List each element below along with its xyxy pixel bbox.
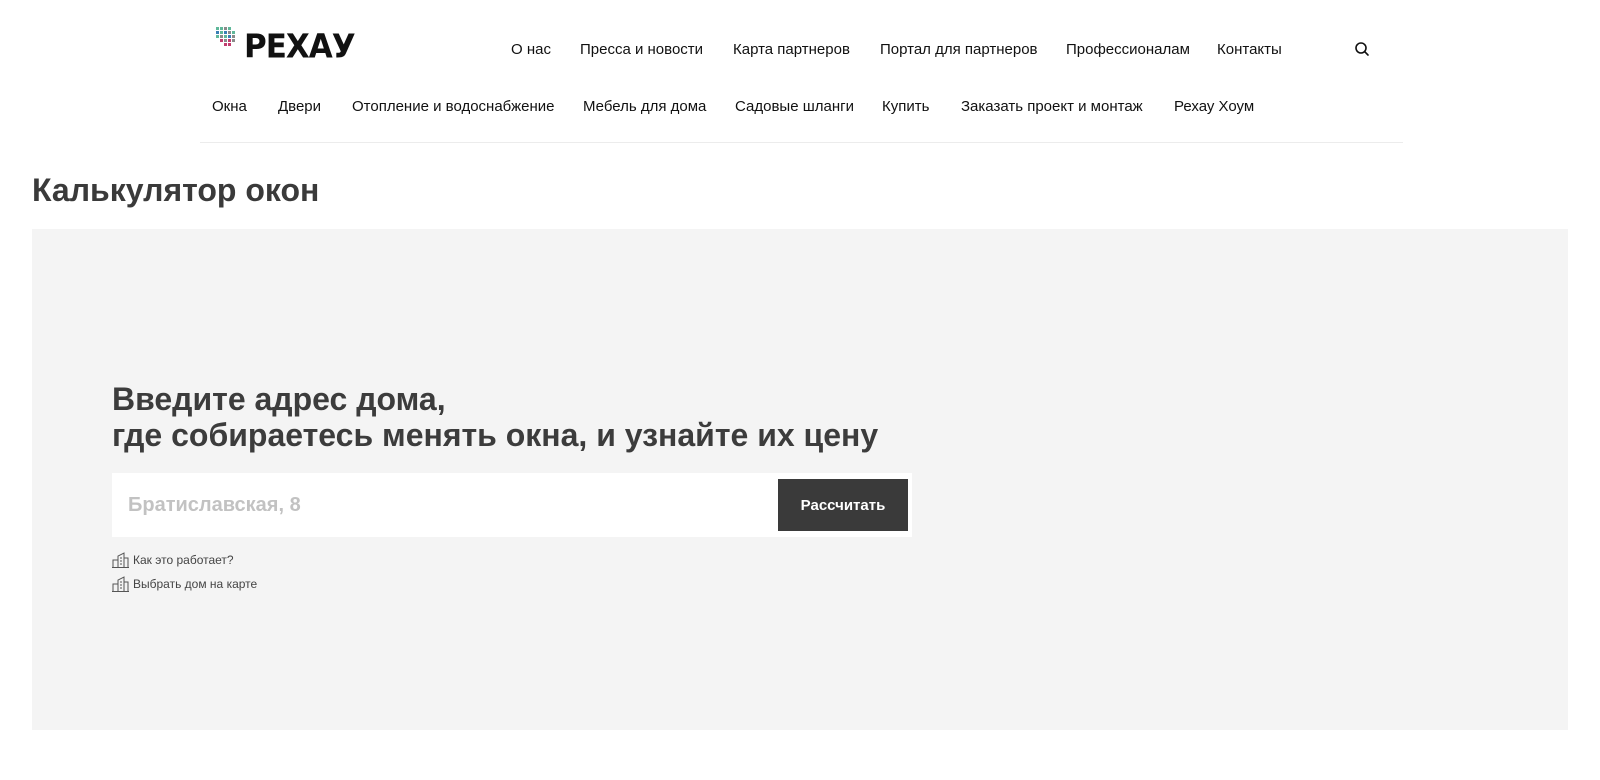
site-header: РЕХАУ О нас Пресса и новости Карта партн… (200, 0, 1403, 143)
main-nav: Окна Двери Отопление и водоснабжение Меб… (200, 97, 1403, 117)
how-it-works-link[interactable]: Как это работает? (112, 552, 234, 568)
building-icon (112, 552, 129, 568)
top-nav-item-about[interactable]: О нас (511, 40, 551, 60)
page-title: Калькулятор окон (32, 172, 320, 208)
main-nav-item-garden-hoses[interactable]: Садовые шланги (735, 97, 854, 117)
top-nav-item-press[interactable]: Пресса и новости (580, 40, 703, 60)
calculator-headline: Введите адрес дома, где собираетесь меня… (112, 381, 878, 453)
search-icon (1355, 42, 1369, 56)
headline-line-2: где собираетесь менять окна, и узнайте и… (112, 417, 879, 453)
top-nav-item-contacts[interactable]: Контакты (1217, 40, 1282, 60)
how-it-works-label: Как это работает? (133, 553, 234, 567)
building-icon (112, 576, 129, 592)
address-input[interactable] (112, 473, 772, 537)
main-nav-item-furniture[interactable]: Мебель для дома (583, 97, 706, 117)
main-nav-item-heating[interactable]: Отопление и водоснабжение (352, 97, 555, 117)
top-nav-item-partner-portal[interactable]: Портал для партнеров (880, 40, 1038, 60)
main-nav-item-order-project[interactable]: Заказать проект и монтаж (961, 97, 1143, 117)
top-nav: О нас Пресса и новости Карта партнеров П… (200, 40, 1403, 60)
main-nav-item-rehau-home[interactable]: Рехау Хоум (1174, 97, 1254, 117)
calculator-panel: Введите адрес дома, где собираетесь меня… (32, 229, 1568, 730)
search-button[interactable] (1354, 41, 1372, 59)
calculate-button[interactable]: Рассчитать (778, 479, 908, 531)
main-nav-item-buy[interactable]: Купить (882, 97, 929, 117)
main-nav-item-windows[interactable]: Окна (212, 97, 247, 117)
address-search-box: Рассчитать (112, 473, 912, 537)
main-nav-item-doors[interactable]: Двери (278, 97, 321, 117)
top-nav-item-professionals[interactable]: Профессионалам (1066, 40, 1190, 60)
pick-on-map-label: Выбрать дом на карте (133, 577, 258, 591)
headline-line-1: Введите адрес дома, (112, 381, 446, 417)
pick-on-map-link[interactable]: Выбрать дом на карте (112, 576, 257, 592)
top-nav-item-partner-map[interactable]: Карта партнеров (733, 40, 850, 60)
